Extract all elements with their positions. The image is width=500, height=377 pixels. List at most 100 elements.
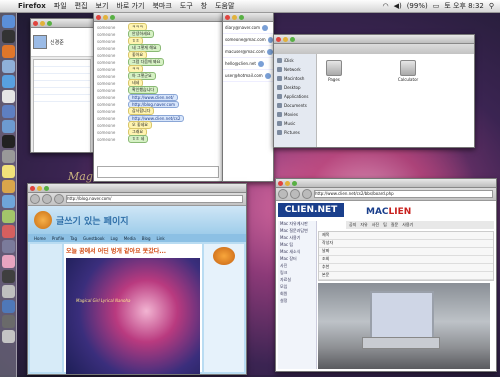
sidebar-link[interactable]: Mac 사용기 — [278, 235, 316, 242]
dashboard-dock-icon[interactable] — [1, 30, 15, 43]
app-dock-icon[interactable] — [1, 195, 15, 208]
menu-link[interactable]: 질문 — [391, 222, 398, 228]
itunes-dock-icon[interactable] — [1, 105, 15, 118]
zoom-button[interactable] — [239, 14, 244, 20]
avatar[interactable] — [33, 35, 47, 49]
sidebar-item[interactable]: iDisk — [274, 56, 316, 65]
titlebar[interactable] — [31, 19, 93, 28]
titlebar[interactable] — [28, 184, 246, 193]
minimize-button[interactable] — [283, 36, 288, 42]
minimize-button[interactable] — [40, 20, 45, 26]
nav-link[interactable]: Home — [34, 236, 46, 241]
trash-dock-icon[interactable] — [1, 330, 15, 343]
app-dock-icon[interactable] — [1, 180, 15, 193]
blog-title[interactable]: 글쓰기 있는 페이지 — [56, 214, 129, 227]
minimize-button[interactable] — [232, 14, 237, 20]
list-item[interactable] — [34, 81, 90, 88]
menu-link[interactable]: 팁 — [383, 222, 387, 228]
battery-text[interactable]: (99%) — [407, 2, 428, 10]
flag-icon[interactable]: ▭ — [433, 2, 440, 10]
terminal-dock-icon[interactable] — [1, 135, 15, 148]
back-button[interactable] — [30, 194, 40, 204]
list-item[interactable] — [34, 95, 90, 102]
sidebar-item[interactable]: Music — [274, 119, 316, 128]
titlebar[interactable] — [274, 35, 474, 44]
titlebar[interactable] — [276, 179, 496, 188]
menu-view[interactable]: 보기 — [96, 1, 109, 11]
sidebar-link[interactable]: Mac 자유게시판 — [278, 221, 316, 228]
sidebar-item[interactable]: Movies — [274, 110, 316, 119]
sidebar-link[interactable]: 회원 — [278, 291, 316, 298]
close-button[interactable] — [278, 180, 283, 186]
app-dock-icon[interactable] — [1, 315, 15, 328]
address-bar[interactable]: http://blog.naver.com/ — [66, 195, 243, 203]
nav-link[interactable]: Guestbook — [83, 236, 105, 241]
mail-dock-icon[interactable] — [1, 60, 15, 73]
nav-link[interactable]: Link — [157, 236, 165, 241]
titlebar[interactable] — [94, 13, 222, 22]
notes-dock-icon[interactable] — [1, 165, 15, 178]
menu-window[interactable]: 창 — [201, 1, 207, 11]
titlebar[interactable] — [223, 13, 273, 22]
reload-button[interactable] — [54, 194, 64, 204]
zoom-button[interactable] — [47, 20, 52, 26]
menu-file[interactable]: 파일 — [54, 1, 67, 11]
sidebar-item[interactable]: Macintosh — [274, 74, 316, 83]
sidebar-link[interactable]: 자료실 — [278, 277, 316, 284]
clien-logo[interactable]: CLIEN.NET — [278, 203, 344, 217]
close-button[interactable] — [225, 14, 230, 20]
nav-link[interactable]: Tag — [70, 236, 77, 241]
minimize-button[interactable] — [103, 14, 108, 20]
sidebar-item[interactable]: Network — [274, 65, 316, 74]
nav-link[interactable]: Blog — [142, 236, 151, 241]
menu-bookmarks[interactable]: 북마크 — [152, 1, 171, 11]
menu-go[interactable]: 바로 가기 — [116, 1, 144, 11]
reload-button[interactable] — [302, 189, 312, 199]
menu-help[interactable]: 도움말 — [215, 1, 234, 11]
spotlight-icon[interactable]: ⚲ — [489, 2, 494, 10]
volume-icon[interactable]: ◀) — [394, 2, 402, 10]
menu-link[interactable]: 사용기 — [402, 222, 413, 228]
forward-button[interactable] — [290, 189, 300, 199]
minimize-button[interactable] — [37, 185, 42, 191]
iphoto-dock-icon[interactable] — [1, 120, 15, 133]
app-dock-icon[interactable] — [1, 210, 15, 223]
contact-row[interactable]: user@hotmail.com — [223, 70, 273, 82]
sidebar-link[interactable]: Mac 장터 — [278, 256, 316, 263]
sidebar-link[interactable]: Mac 질문과답변 — [278, 228, 316, 235]
finder-dock-icon[interactable] — [1, 15, 15, 28]
zoom-button[interactable] — [290, 36, 295, 42]
contact-row[interactable]: hello@clien.net — [223, 58, 273, 70]
menu-link[interactable]: 사진 — [372, 222, 379, 228]
app-dock-icon[interactable] — [1, 255, 15, 268]
nav-link[interactable]: Log — [111, 236, 118, 241]
preferences-dock-icon[interactable] — [1, 150, 15, 163]
list-item[interactable] — [34, 60, 90, 67]
my-name[interactable]: 신경준 — [50, 39, 64, 46]
nav-link[interactable]: Profile — [52, 236, 64, 241]
sidebar-link[interactable]: 모임 — [278, 284, 316, 291]
zoom-button[interactable] — [110, 14, 115, 20]
close-button[interactable] — [276, 36, 281, 42]
app-menu[interactable]: Firefox — [18, 2, 46, 10]
chat-input[interactable] — [97, 166, 219, 178]
menu-link[interactable]: 공지 — [349, 222, 356, 228]
sidebar-item[interactable]: Applications — [274, 92, 316, 101]
contact-row[interactable]: macuser@mac.com — [223, 46, 273, 58]
post-title[interactable]: 오늘 꿈에서 어딘 벙개 같아요 못갔다... — [64, 244, 202, 257]
nav-link[interactable]: Media — [124, 236, 136, 241]
app-dock-icon[interactable] — [1, 300, 15, 313]
list-item[interactable] — [34, 88, 90, 95]
forward-button[interactable] — [42, 194, 52, 204]
contact-row[interactable]: someone@mac.com — [223, 34, 273, 46]
clock[interactable]: 토 오후 8:32 — [444, 1, 484, 11]
ical-dock-icon[interactable] — [1, 90, 15, 103]
address-bar[interactable]: http://www.clien.net/cs2/bbs/board.php — [314, 190, 493, 198]
close-button[interactable] — [33, 20, 38, 26]
menu-tools[interactable]: 도구 — [180, 1, 193, 11]
message-bubble[interactable]: http://www.clien.net/ — [128, 93, 178, 101]
menu-link[interactable]: 자유 — [360, 222, 367, 228]
contact-row[interactable]: diary@naver.com — [223, 22, 273, 34]
app-dock-icon[interactable] — [1, 240, 15, 253]
close-button[interactable] — [96, 14, 101, 20]
